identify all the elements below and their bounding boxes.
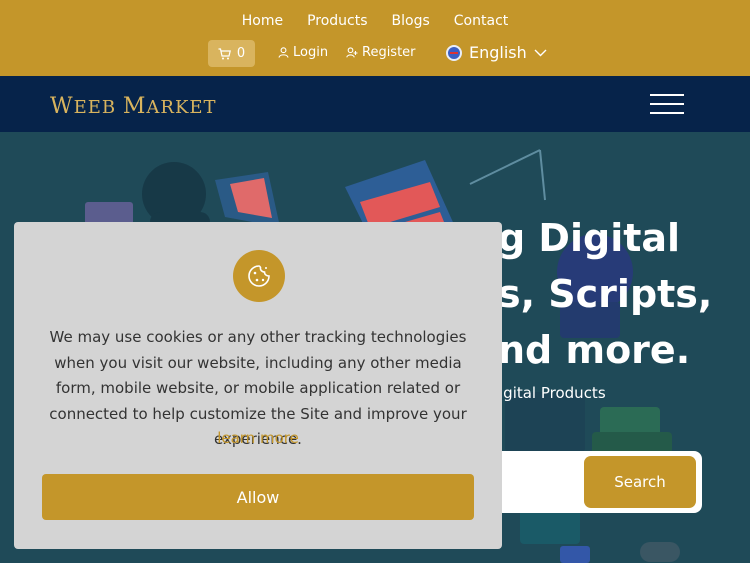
nav-link-products[interactable]: Products xyxy=(307,13,367,29)
cookie-consent-dialog: We may use cookies or any other tracking… xyxy=(14,222,502,549)
cart-icon xyxy=(218,47,231,59)
login-label: Login xyxy=(293,45,329,60)
flag-icon xyxy=(446,44,462,61)
hero-title-line-1: g Digital xyxy=(498,216,681,260)
cart-count: 0 xyxy=(236,46,246,61)
site-logo[interactable]: WEEB MARKET xyxy=(50,94,217,119)
nav-link-contact[interactable]: Contact xyxy=(454,13,508,29)
hero-title-line-2: s, Scripts, xyxy=(498,272,713,316)
cookie-icon xyxy=(233,250,285,302)
learn-more-link[interactable]: learn more xyxy=(14,429,502,447)
account-row: 0 Login Register English xyxy=(0,40,750,68)
cart-button[interactable]: 0 xyxy=(208,40,255,67)
register-link[interactable]: Register xyxy=(346,45,416,60)
nav-link-blogs[interactable]: Blogs xyxy=(392,13,430,29)
hero-title-line-3: nd more. xyxy=(498,328,691,372)
chevron-down-icon xyxy=(534,49,547,56)
menu-line-icon xyxy=(650,94,684,96)
menu-line-icon xyxy=(650,112,684,114)
hero-subtitle: igital Products xyxy=(499,384,606,402)
allow-cookies-button[interactable]: Allow xyxy=(42,474,474,520)
language-label: English xyxy=(469,43,527,62)
menu-line-icon xyxy=(650,103,684,105)
user-plus-icon xyxy=(346,47,358,58)
top-nav: Home Products Blogs Contact xyxy=(0,13,750,29)
top-bar: Home Products Blogs Contact 0 Login Regi… xyxy=(0,0,750,76)
search-button[interactable]: Search xyxy=(584,456,696,508)
login-link[interactable]: Login xyxy=(278,45,328,60)
main-header: WEEB MARKET xyxy=(0,76,750,132)
user-icon xyxy=(278,47,289,58)
language-selector[interactable]: English xyxy=(446,43,547,62)
hamburger-menu-button[interactable] xyxy=(650,94,684,116)
nav-link-home[interactable]: Home xyxy=(242,13,283,29)
register-label: Register xyxy=(362,45,416,60)
